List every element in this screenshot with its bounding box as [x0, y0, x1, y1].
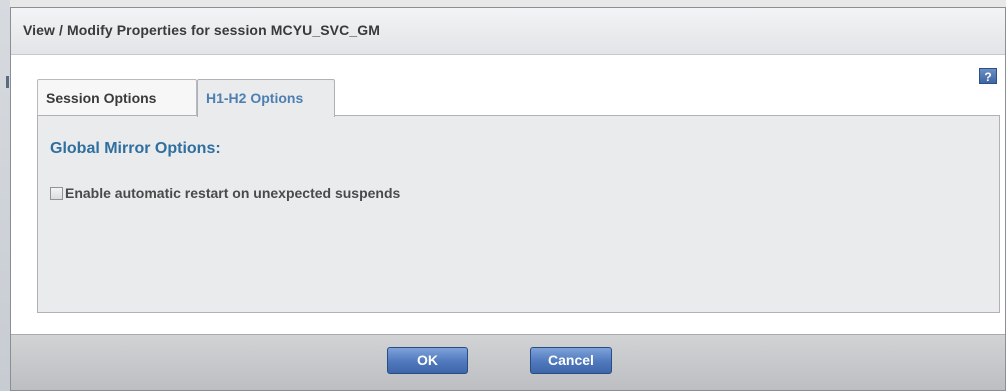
dialog-titlebar: View / Modify Properties for session MCY…: [11, 8, 1005, 55]
tab-h1-h2-options[interactable]: H1-H2 Options: [197, 79, 335, 117]
auto-restart-label: Enable automatic restart on unexpected s…: [65, 185, 401, 201]
background-marker: [6, 76, 9, 88]
tab-session-options[interactable]: Session Options: [37, 79, 197, 116]
dialog-title: View / Modify Properties for session MCY…: [23, 22, 380, 38]
help-icon[interactable]: ?: [979, 68, 997, 84]
background-window-edge: [0, 0, 10, 391]
properties-dialog: View / Modify Properties for session MCY…: [10, 7, 1006, 391]
dialog-footer: OK Cancel: [11, 334, 1005, 390]
cancel-button[interactable]: Cancel: [530, 347, 612, 374]
auto-restart-option[interactable]: Enable automatic restart on unexpected s…: [50, 184, 400, 202]
ok-button[interactable]: OK: [387, 347, 468, 374]
tab-panel-h1-h2-options: Global Mirror Options: Enable automatic …: [37, 115, 1000, 313]
global-mirror-options-heading: Global Mirror Options:: [50, 140, 221, 157]
auto-restart-checkbox[interactable]: [50, 186, 63, 200]
